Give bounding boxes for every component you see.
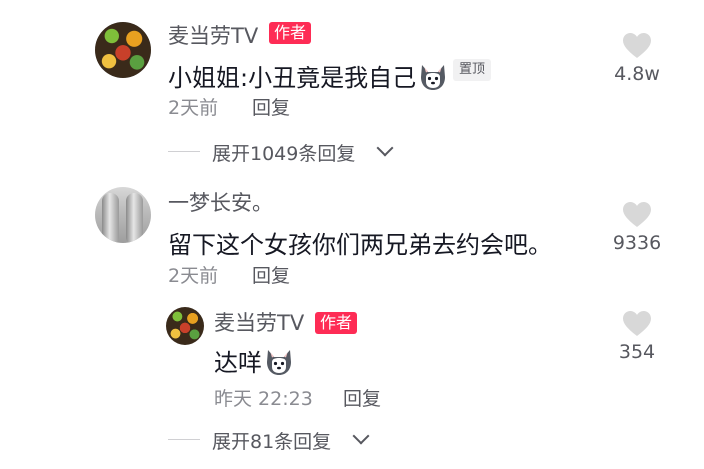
expand-replies-label[interactable]: 展开1049条回复 (212, 139, 355, 166)
comment-text: 留下这个女孩你们两兄弟去约会吧。 (168, 231, 552, 259)
dog-face-emoji-icon (418, 63, 448, 91)
avatar-arm-left (102, 193, 119, 243)
avatar-arm-right (126, 193, 143, 243)
comment-text-body: 小姐姐:小丑竟是我自己 (168, 64, 417, 92)
reply-item: 麦当劳TV 作者 达咩 昨天 22:23 回复 354 (0, 303, 704, 413)
expand-replies-label[interactable]: 展开81条回复 (212, 427, 331, 454)
pinned-badge: 置顶 (453, 59, 492, 81)
reply-author[interactable]: 麦当劳TV (214, 307, 304, 337)
comment-author[interactable]: 一梦长安。 (168, 187, 273, 217)
like-button[interactable]: 9336 (602, 201, 672, 254)
reply-button[interactable]: 回复 (252, 93, 290, 120)
like-button[interactable]: 354 (602, 310, 672, 363)
reply-text-body: 达咩 (214, 349, 262, 377)
divider-line (168, 439, 200, 440)
avatar[interactable] (95, 187, 151, 243)
comment-item: 一梦长安。 留下这个女孩你们两兄弟去约会吧。 2天前 回复 9336 麦当劳TV… (0, 175, 704, 469)
author-badge: 作者 (269, 22, 312, 44)
reply-button[interactable]: 回复 (343, 384, 381, 411)
heart-icon[interactable] (622, 201, 652, 228)
reply-time: 昨天 22:23 (214, 388, 313, 410)
avatar[interactable] (95, 22, 151, 78)
author-badge: 作者 (315, 312, 358, 334)
like-count: 354 (618, 341, 656, 363)
reply-text: 达咩 (214, 343, 294, 378)
dog-face-emoji-icon (264, 348, 294, 376)
comment-item: 麦当劳TV 作者 小姐姐:小丑竟是我自己 置顶 2天前 回复 4.8w 展开10… (0, 0, 704, 175)
like-button[interactable]: 4.8w (602, 32, 672, 85)
avatar[interactable] (166, 307, 204, 345)
expand-replies-button[interactable]: 展开81条回复 (168, 427, 408, 454)
chevron-down-icon[interactable] (352, 427, 370, 445)
heart-icon[interactable] (622, 32, 652, 59)
comment-author[interactable]: 麦当劳TV (168, 20, 258, 50)
comment-text: 小姐姐:小丑竟是我自己 (168, 58, 448, 93)
expand-replies-button[interactable]: 展开1049条回复 (168, 139, 408, 166)
divider-line (168, 151, 200, 152)
comment-time: 2天前 (168, 265, 219, 287)
chevron-down-icon[interactable] (376, 139, 394, 157)
heart-icon[interactable] (622, 310, 652, 337)
reply-button[interactable]: 回复 (252, 261, 290, 288)
like-count: 4.8w (614, 63, 660, 85)
comment-time: 2天前 (168, 97, 219, 119)
like-count: 9336 (612, 232, 662, 254)
